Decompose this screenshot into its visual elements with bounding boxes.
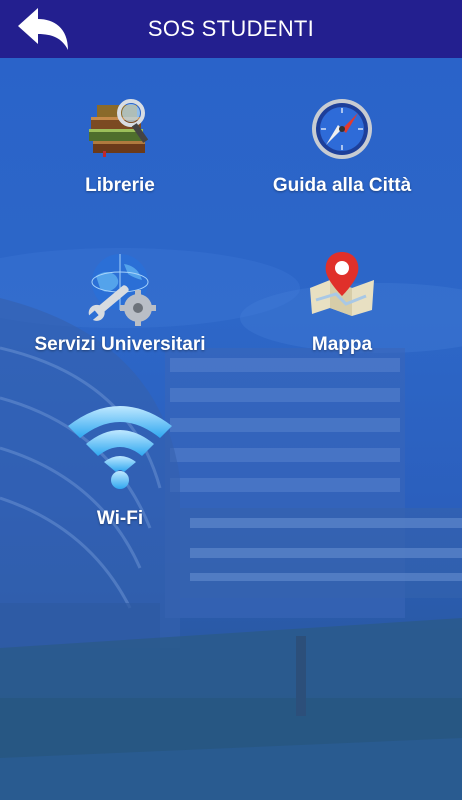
- menu-item-label: Mappa: [311, 334, 373, 355]
- books-icon: [89, 99, 149, 157]
- map-pin-icon: [310, 252, 374, 316]
- menu-item-label: Wi-Fi: [96, 508, 144, 529]
- menu-item-wifi[interactable]: Wi-Fi: [40, 398, 200, 530]
- page-title: SOS STUDENTI: [147, 16, 315, 41]
- menu-item-label: Servizi Universitari: [34, 334, 206, 355]
- wifi-icon: [68, 406, 172, 489]
- menu-item-label: Guida alla Città: [272, 175, 412, 196]
- menu-item-guida-alla-citta[interactable]: Guida alla Città: [262, 95, 422, 205]
- menu-item-mappa[interactable]: Mappa: [262, 250, 422, 360]
- menu-item-librerie[interactable]: Librerie: [40, 95, 200, 205]
- globe-wrench-icon: [88, 254, 156, 326]
- menu-item-label: Librerie: [85, 175, 155, 196]
- compass-icon: [312, 99, 372, 159]
- menu-item-servizi-universitari[interactable]: Servizi Universitari: [18, 250, 222, 360]
- app-header: SOS STUDENTI: [0, 0, 462, 58]
